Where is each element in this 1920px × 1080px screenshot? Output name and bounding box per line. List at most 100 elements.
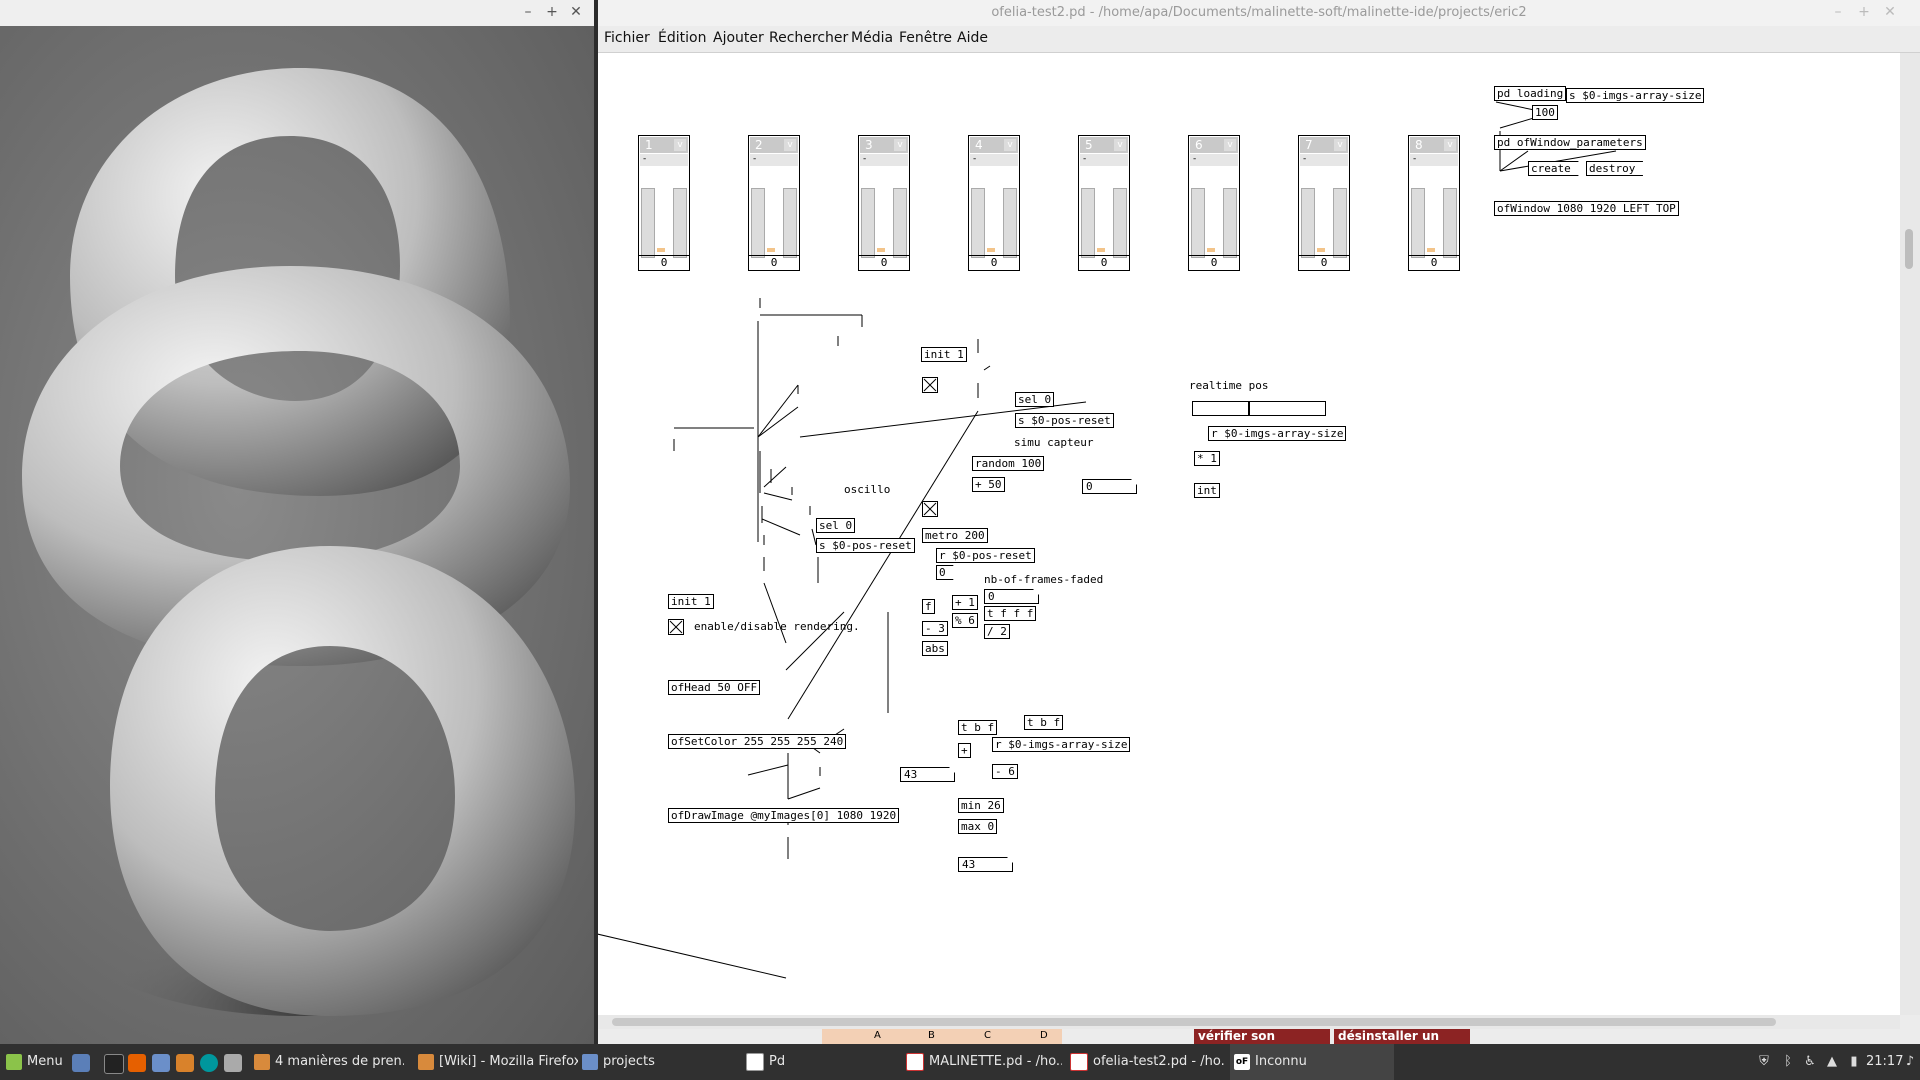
render-window-titlebar[interactable]: – + ✕ [0,0,594,27]
maximize-icon[interactable]: + [1856,4,1872,20]
clock[interactable]: 21:17 [1866,1044,1903,1080]
gop-slider-left[interactable] [1081,188,1095,258]
arduino-launcher-icon[interactable] [200,1054,218,1072]
task-4-manieres[interactable]: 4 manières de pren... [254,1044,404,1080]
show-desktop-icon[interactable] [72,1054,90,1072]
gop-v-toggle[interactable]: v [1334,139,1346,151]
ofhead-object[interactable]: ofHead 50 OFF [668,680,761,695]
trigger-bf-object-b[interactable]: t b f [1024,715,1064,730]
gop-v-toggle[interactable]: v [784,139,796,151]
gop-v-toggle[interactable]: v [1444,139,1456,151]
gop-v-toggle[interactable]: v [1224,139,1236,151]
gop-slider-right[interactable] [1113,188,1127,258]
menu-rechercher[interactable]: Rechercher [769,30,848,46]
gop-slider-left[interactable] [751,188,765,258]
volume-icon[interactable]: ♪ [1902,1054,1918,1070]
mod-6-object[interactable]: % 6 [952,613,978,628]
receive-imgs-array-size-b[interactable]: r $0-imgs-array-size [992,737,1131,752]
send-pos-reset-b[interactable]: s $0-pos-reset [816,538,915,553]
gop-panel-7[interactable]: 7 v - 0 [1298,135,1350,271]
shield-icon[interactable]: ⛨ [1756,1054,1772,1070]
pd-loading-object[interactable]: pd loading [1494,86,1567,101]
toggle-oscillo[interactable] [922,501,938,517]
minus-3-object[interactable]: - 3 [922,621,948,636]
gop-panel-1[interactable]: 1 v - 0 [638,135,690,271]
number-box-43-a[interactable]: 43 [900,767,955,782]
gop-number-box[interactable]: 0 [1189,255,1239,270]
float-object[interactable]: f [922,599,935,614]
plus-50-object[interactable]: + 50 [972,477,1005,492]
task-ofelia-test2[interactable]: ofelia-test2.pd - /ho... [1070,1044,1226,1080]
minimize-icon[interactable]: – [1830,4,1846,20]
slider-handle[interactable] [1248,402,1250,415]
plus-1-object[interactable]: + 1 [952,595,978,610]
trigger-bf-object-a[interactable]: t b f [958,720,998,735]
trigger-fff-object[interactable]: t f f f [984,606,1037,621]
random-100-object[interactable]: random 100 [972,456,1045,471]
start-menu-button[interactable]: Menu [6,1044,63,1080]
gop-number-box[interactable]: 0 [1409,255,1459,270]
ofsetcolor-object[interactable]: ofSetColor 255 255 255 240 [668,734,847,749]
min-26-object[interactable]: min 26 [958,798,1004,813]
gop-panel-4[interactable]: 4 v - 0 [968,135,1020,271]
send-imgs-array-size[interactable]: s $0-imgs-array-size [1566,88,1705,103]
gop-v-toggle[interactable]: v [894,139,906,151]
receive-pos-reset[interactable]: r $0-pos-reset [936,548,1035,563]
gop-number-box[interactable]: 0 [859,255,909,270]
gop-v-toggle[interactable]: v [1004,139,1016,151]
toggle-render[interactable] [668,619,684,635]
gop-slider-right[interactable] [1333,188,1347,258]
gop-panel-8[interactable]: 8 v - 0 [1408,135,1460,271]
horizontal-scrollbar[interactable] [598,1015,1900,1029]
gop-number-box[interactable]: 0 [749,255,799,270]
maximize-icon[interactable]: + [544,4,560,20]
gop-v-toggle[interactable]: v [674,139,686,151]
menu-edition[interactable]: Édition [658,30,706,46]
gop-slider-left[interactable] [971,188,985,258]
receive-imgs-array-size[interactable]: r $0-imgs-array-size [1208,426,1347,441]
gop-number-box[interactable]: 0 [1079,255,1129,270]
menu-fichier[interactable]: Fichier [604,30,650,46]
task-pd[interactable]: Pd [746,1044,896,1080]
gop-number-box[interactable]: 0 [1299,255,1349,270]
task-inconnu[interactable]: oF Inconnu [1230,1044,1394,1080]
gop-panel-6[interactable]: 6 v - 0 [1188,135,1240,271]
pd-titlebar[interactable]: ofelia-test2.pd - /home/apa/Documents/ma… [598,0,1920,26]
gop-v-toggle[interactable]: v [1114,139,1126,151]
init-1-render[interactable]: init 1 [668,594,714,609]
gop-slider-right[interactable] [783,188,797,258]
sublime-launcher-icon[interactable] [176,1054,194,1072]
number-box-simu[interactable]: 0 [1082,479,1137,494]
multiply-1-object[interactable]: * 1 [1194,451,1220,466]
vertical-scrollbar[interactable] [1900,53,1920,1015]
close-icon[interactable]: ✕ [1882,4,1898,20]
create-message[interactable]: create [1528,161,1579,176]
gop-slider-left[interactable] [861,188,875,258]
destroy-message[interactable]: destroy [1586,161,1643,176]
gop-number-box[interactable]: 0 [639,255,689,270]
minimize-icon[interactable]: – [520,4,536,20]
divide-2-object[interactable]: / 2 [984,624,1010,639]
gop-slider-right[interactable] [1443,188,1457,258]
vertical-scroll-thumb[interactable] [1905,229,1913,269]
menu-ajouter[interactable]: Ajouter [713,30,764,46]
accessibility-icon[interactable]: ♿ [1802,1054,1818,1070]
gop-panel-5[interactable]: 5 v - 0 [1078,135,1130,271]
number-box-43-b[interactable]: 43 [958,857,1013,872]
plus-object[interactable]: + [958,743,971,758]
gop-slider-left[interactable] [1411,188,1425,258]
toggle-top[interactable] [922,377,938,393]
pd-launcher-icon[interactable] [224,1054,242,1072]
gop-panel-2[interactable]: 2 v - 0 [748,135,800,271]
firefox-launcher-icon[interactable] [128,1054,146,1072]
task-malinette-pd[interactable]: MALINETTE.pd - /ho... [906,1044,1062,1080]
menu-media[interactable]: Média [851,30,893,46]
gop-slider-right[interactable] [893,188,907,258]
horizontal-scroll-thumb[interactable] [612,1018,1776,1026]
ofdrawimage-object[interactable]: ofDrawImage @myImages[0] 1080 1920 [668,808,900,823]
menu-fenetre[interactable]: Fenêtre [899,30,952,46]
ofwindow-object[interactable]: ofWindow 1080 1920 LEFT TOP [1494,201,1679,216]
pd-canvas[interactable]: 1v - 0 2v - 0 3v - 0 4v - 0 5 v - 0 6 v … [598,53,1900,1015]
close-icon[interactable]: ✕ [568,4,584,20]
realtime-pos-slider[interactable] [1192,401,1326,416]
